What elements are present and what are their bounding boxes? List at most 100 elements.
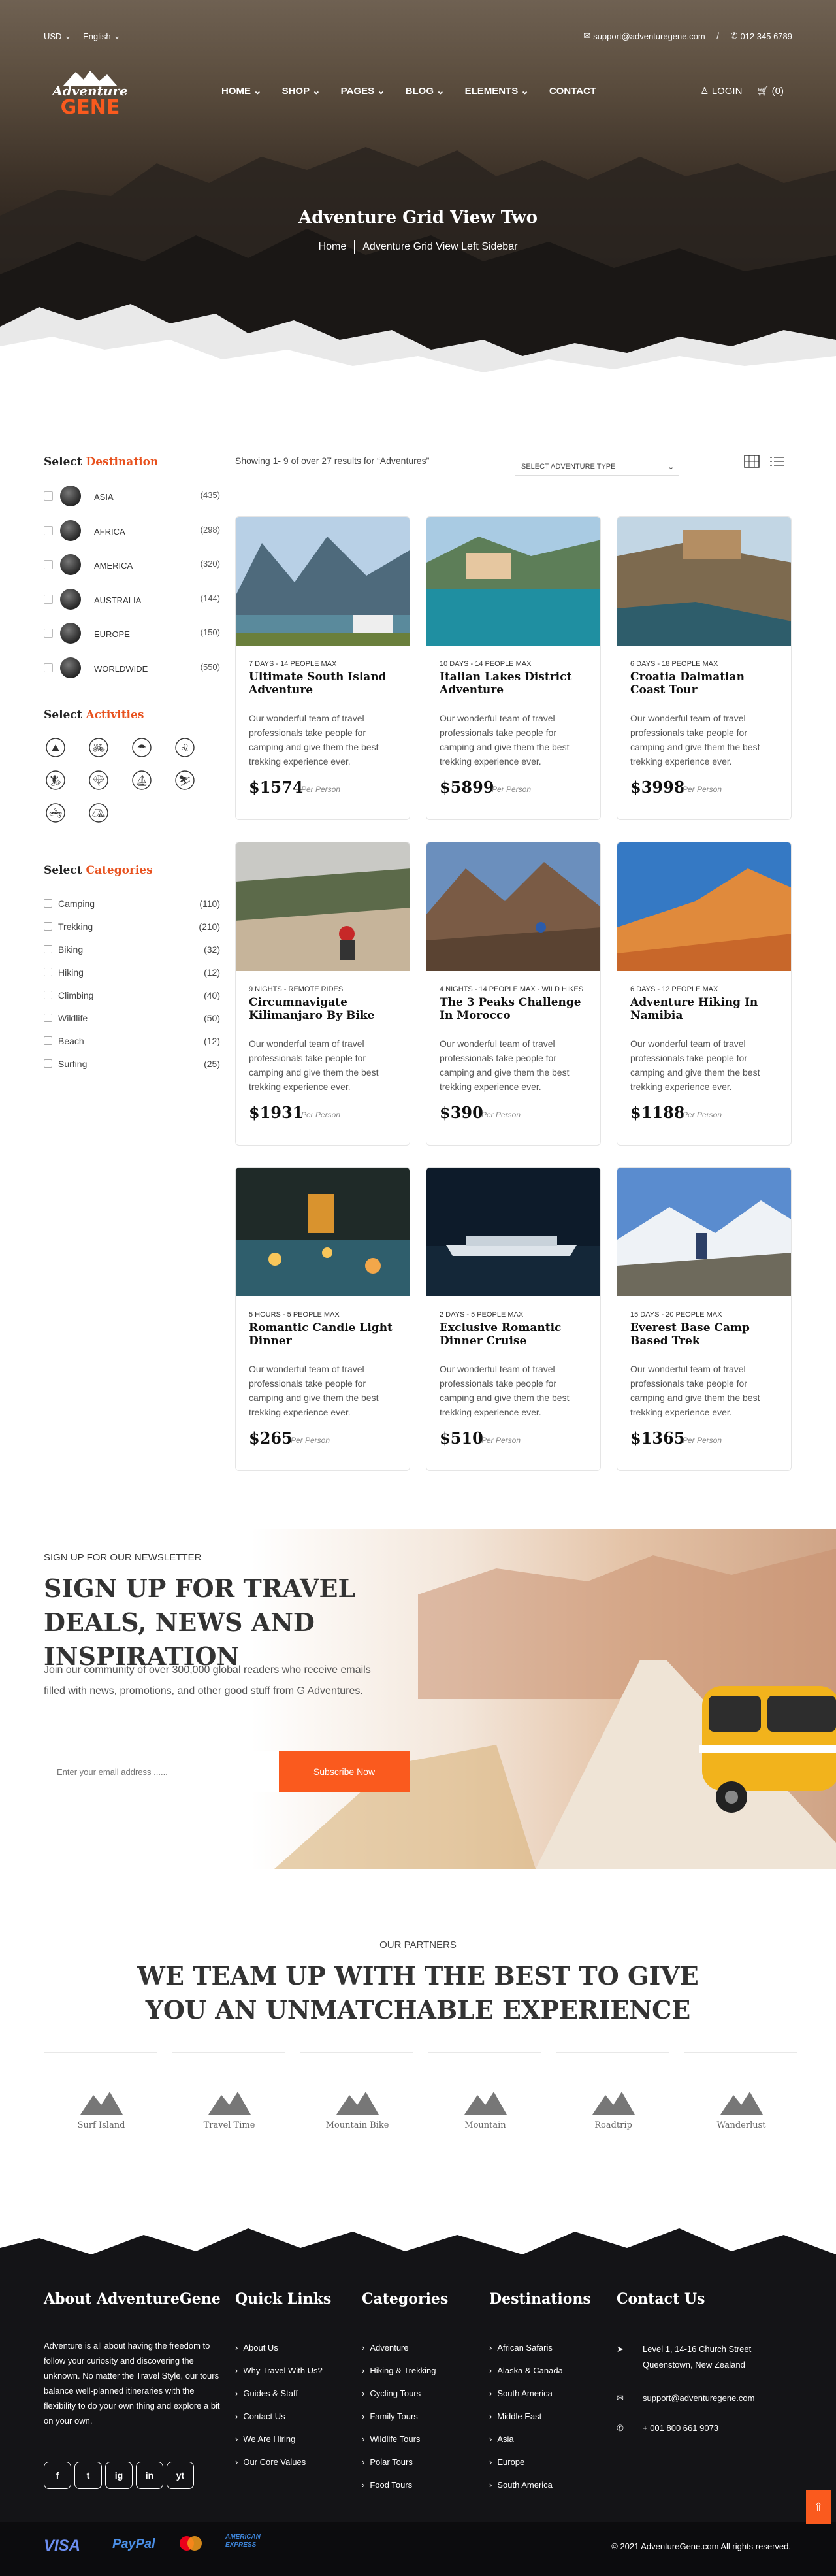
tour-card[interactable]: 6 DAYS - 18 PEOPLE MAX Croatia Dalmatian …: [617, 516, 792, 820]
footer-link[interactable]: Wildlife Tours: [362, 2434, 436, 2457]
footer-link[interactable]: Contact Us: [235, 2411, 323, 2434]
destination-item[interactable]: Asia (435): [44, 486, 220, 506]
tour-title[interactable]: Adventure Hiking In Namibia: [630, 996, 783, 1022]
tour-title[interactable]: Everest Base Camp Based Trek: [630, 1321, 783, 1347]
email-link[interactable]: ✉ support@adventuregene.com: [583, 31, 705, 41]
list-view-icon[interactable]: [769, 455, 785, 468]
tour-title[interactable]: Ultimate South Island Adventure: [249, 670, 402, 697]
tour-image[interactable]: [617, 517, 791, 646]
destination-item[interactable]: Africa (298): [44, 520, 220, 541]
breadcrumb-home[interactable]: Home: [319, 241, 347, 252]
grid-view-icon[interactable]: [744, 455, 760, 468]
destination-item[interactable]: Europe (150): [44, 623, 220, 644]
tour-card[interactable]: 15 DAYS - 20 PEOPLE MAX Everest Base Camp…: [617, 1167, 792, 1471]
partner-logo[interactable]: Travel Time: [172, 2052, 285, 2156]
category-item[interactable]: Camping (110): [44, 898, 220, 911]
tour-title[interactable]: The 3 Peaks Challenge In Morocco: [440, 996, 592, 1022]
surfing-icon[interactable]: 🏄︎: [44, 768, 67, 792]
menu-elements[interactable]: ELEMENTS ⌄: [465, 85, 529, 97]
rafting-icon[interactable]: ⛵︎: [130, 768, 153, 792]
tour-title[interactable]: Romantic Candle Light Dinner: [249, 1321, 402, 1347]
camp-icon[interactable]: ⛺︎: [87, 801, 110, 825]
tour-title[interactable]: Circumnavigate Kilimanjaro By Bike: [249, 996, 402, 1022]
category-checkbox[interactable]: [44, 945, 52, 953]
tour-image[interactable]: [426, 517, 600, 646]
skiing-icon[interactable]: ⛷︎: [173, 768, 197, 792]
newsletter-email-input[interactable]: [44, 1751, 279, 1792]
currency-select[interactable]: USD ⌄: [44, 31, 71, 41]
tour-card[interactable]: 7 DAYS - 14 PEOPLE MAX Ultimate South Isl…: [235, 516, 410, 820]
tour-image[interactable]: [236, 842, 410, 971]
parasailing-icon[interactable]: ☂: [130, 736, 153, 759]
footer-link[interactable]: South America: [489, 2388, 563, 2411]
lion-icon[interactable]: ♌︎: [173, 736, 197, 759]
category-checkbox[interactable]: [44, 1036, 52, 1045]
category-item[interactable]: Biking (32): [44, 944, 220, 957]
destination-item[interactable]: Australia (144): [44, 589, 220, 610]
footer-phone[interactable]: ✆ + 001 800 661 9073: [617, 2420, 718, 2436]
footer-link[interactable]: Alaska & Canada: [489, 2366, 562, 2388]
site-logo[interactable]: Adventure GENE: [50, 68, 131, 120]
footer-link[interactable]: Family Tours: [362, 2411, 436, 2434]
tour-card[interactable]: 10 DAYS - 14 PEOPLE MAX Italian Lakes Dis…: [426, 516, 601, 820]
phone-link[interactable]: ✆ 012 345 6789: [731, 31, 792, 41]
paragliding-icon[interactable]: 🪂︎: [87, 768, 110, 792]
social-ig-icon[interactable]: ig: [105, 2462, 133, 2489]
footer-link[interactable]: Adventure: [362, 2343, 436, 2366]
social-in-icon[interactable]: in: [136, 2462, 163, 2489]
back-to-top-button[interactable]: ⇧: [806, 2490, 831, 2524]
partner-logo[interactable]: Wanderlust: [684, 2052, 797, 2156]
tour-image[interactable]: [426, 1168, 600, 1296]
category-checkbox[interactable]: [44, 991, 52, 999]
footer-link[interactable]: Cycling Tours: [362, 2388, 436, 2411]
footer-link[interactable]: South America: [489, 2480, 563, 2503]
tour-card[interactable]: 6 DAYS - 12 PEOPLE MAX Adventure Hiking I…: [617, 842, 792, 1146]
destination-checkbox[interactable]: [44, 560, 53, 569]
destination-checkbox[interactable]: [44, 629, 53, 638]
cycling-icon[interactable]: 🚲︎: [87, 736, 110, 759]
tour-image[interactable]: [426, 842, 600, 971]
tour-image[interactable]: [236, 517, 410, 646]
footer-link[interactable]: African Safaris: [489, 2343, 563, 2366]
tour-title[interactable]: Exclusive Romantic Dinner Cruise: [440, 1321, 592, 1347]
tour-card[interactable]: 5 HOURS - 5 PEOPLE MAX Romantic Candle Li…: [235, 1167, 410, 1471]
tour-image[interactable]: [617, 1168, 791, 1296]
category-checkbox[interactable]: [44, 1059, 52, 1068]
destination-checkbox[interactable]: [44, 526, 53, 535]
footer-link[interactable]: Middle East: [489, 2411, 563, 2434]
category-checkbox[interactable]: [44, 968, 52, 976]
menu-blog[interactable]: BLOG ⌄: [406, 85, 445, 97]
footer-link[interactable]: Europe: [489, 2457, 563, 2480]
menu-pages[interactable]: PAGES ⌄: [341, 85, 385, 97]
category-checkbox[interactable]: [44, 899, 52, 908]
adventure-type-select[interactable]: SELECT ADVENTURE TYPE ⌄: [515, 456, 679, 476]
language-select[interactable]: English ⌄: [83, 31, 121, 41]
category-item[interactable]: Beach (12): [44, 1035, 220, 1048]
destination-checkbox[interactable]: [44, 491, 53, 501]
partner-logo[interactable]: Mountain Bike: [300, 2052, 413, 2156]
footer-link[interactable]: Polar Tours: [362, 2457, 436, 2480]
menu-home[interactable]: HOME ⌄: [221, 85, 262, 97]
destination-item[interactable]: America (320): [44, 554, 220, 575]
category-checkbox[interactable]: [44, 1014, 52, 1022]
menu-contact[interactable]: CONTACT: [549, 85, 596, 97]
tour-card[interactable]: 2 DAYS - 5 PEOPLE MAX Exclusive Romantic …: [426, 1167, 601, 1471]
footer-link[interactable]: Hiking & Trekking: [362, 2366, 436, 2388]
footer-link[interactable]: We Are Hiring: [235, 2434, 323, 2457]
tour-image[interactable]: [236, 1168, 410, 1296]
footer-link[interactable]: Why Travel With Us?: [235, 2366, 322, 2388]
social-t-icon[interactable]: t: [74, 2462, 102, 2489]
footer-link[interactable]: Guides & Staff: [235, 2388, 323, 2411]
subscribe-button[interactable]: Subscribe Now: [279, 1751, 410, 1792]
social-yt-icon[interactable]: yt: [167, 2462, 194, 2489]
category-item[interactable]: Trekking (210): [44, 921, 220, 934]
category-item[interactable]: Wildlife (50): [44, 1012, 220, 1025]
login-link[interactable]: ♙ LOGIN: [700, 85, 742, 97]
menu-shop[interactable]: SHOP ⌄: [282, 85, 321, 97]
partner-logo[interactable]: Roadtrip: [556, 2052, 669, 2156]
tour-title[interactable]: Croatia Dalmatian Coast Tour: [630, 670, 783, 697]
cart-link[interactable]: 🛒︎ (0): [756, 85, 784, 97]
category-item[interactable]: Surfing (25): [44, 1058, 220, 1071]
tour-image[interactable]: [617, 842, 791, 971]
destination-checkbox[interactable]: [44, 595, 53, 604]
